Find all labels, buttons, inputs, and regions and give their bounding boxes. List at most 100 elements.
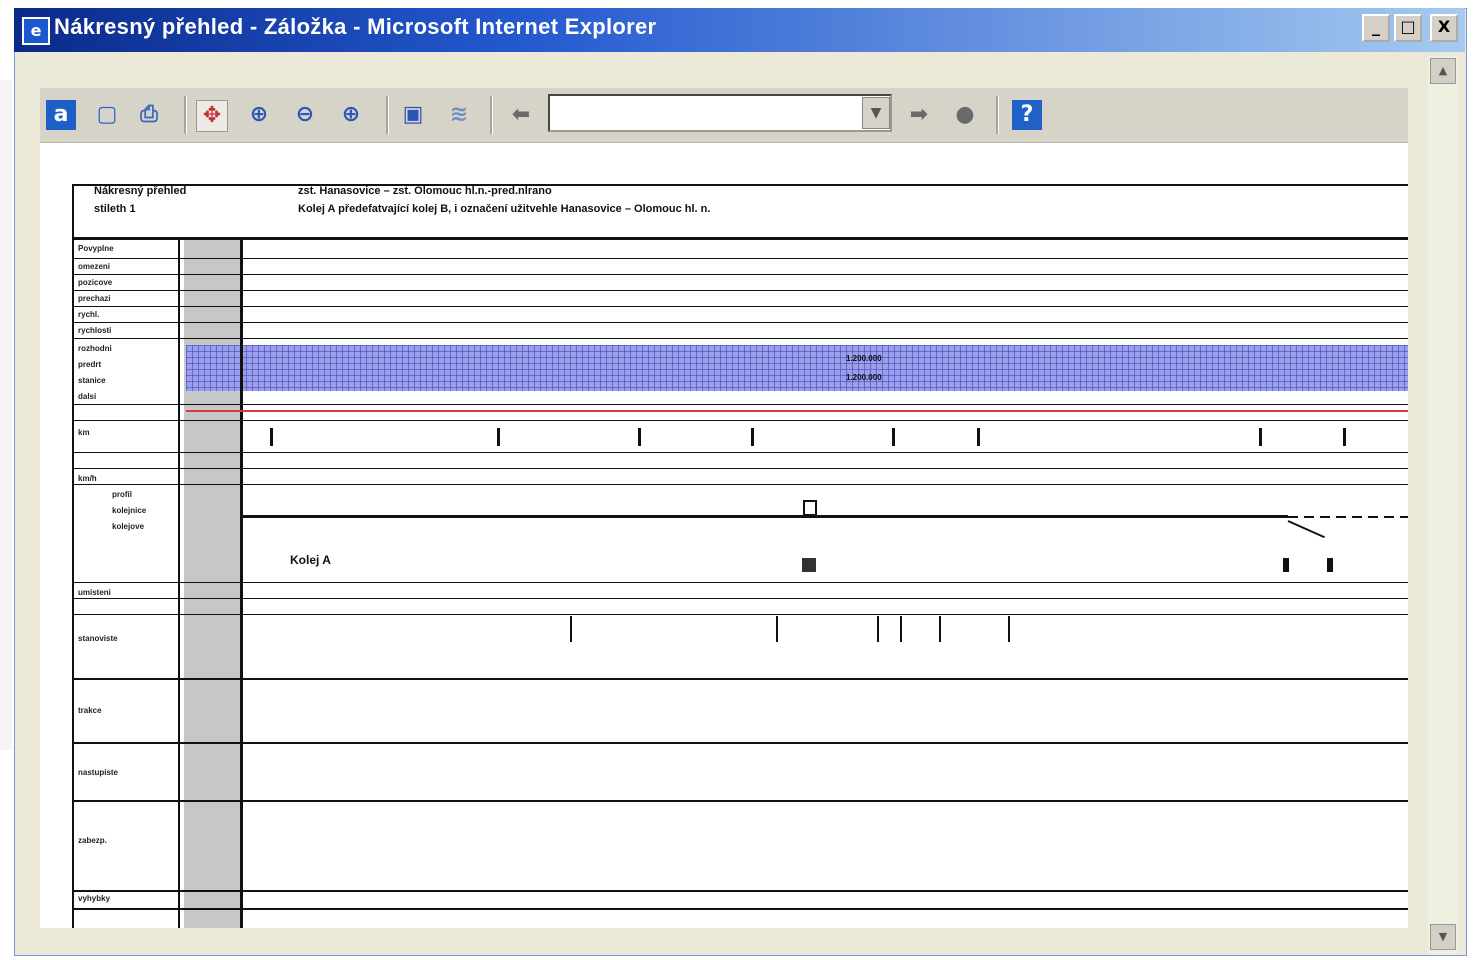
km-marker <box>1259 428 1262 446</box>
row-label: zabezp. <box>78 836 107 845</box>
row-label: predrt <box>78 360 102 369</box>
scroll-down-button[interactable]: ▼ <box>1430 924 1456 950</box>
text-a-icon[interactable]: a <box>46 100 76 130</box>
toolbar-separator <box>490 96 493 134</box>
help-icon[interactable]: ? <box>1012 100 1042 130</box>
header-right-line-2: Kolej A předefatvající kolej B, i označe… <box>298 203 711 215</box>
go-icon[interactable]: ➡ <box>904 100 934 130</box>
row-label: umisteni <box>78 588 111 597</box>
track-label: Kolej A <box>290 553 331 567</box>
row-label: rozhodni <box>78 344 112 353</box>
row-line <box>72 890 1408 892</box>
row-line <box>72 908 1408 910</box>
km-marker <box>977 428 980 446</box>
row-line <box>72 678 1408 680</box>
background-window-edge <box>0 80 12 750</box>
row-label: rychl. <box>78 310 100 319</box>
row-label: trakce <box>78 706 102 715</box>
zoom-fit-icon[interactable]: ⊕ <box>244 100 274 130</box>
row-line <box>72 468 1408 469</box>
header-left-line-2: stileth 1 <box>94 203 136 215</box>
row-label: rychlosti <box>78 326 112 335</box>
km-marker <box>892 428 895 446</box>
row-line <box>72 452 1408 453</box>
header-right-line-1: zst. Hanasovice – zst. Olomouc hl.n.-pre… <box>298 185 552 197</box>
zoom-in-icon[interactable]: ⊕ <box>336 100 366 130</box>
row-line <box>72 598 1408 599</box>
page-icon[interactable]: ▢ <box>92 100 122 130</box>
row-label: kolejove <box>112 522 145 531</box>
km-marker <box>638 428 641 446</box>
km-marker <box>1343 428 1346 446</box>
column-divider <box>240 238 243 928</box>
signal-block <box>1283 558 1289 572</box>
signal-block <box>802 558 816 572</box>
minimize-button[interactable]: _ <box>1362 14 1390 42</box>
frame-line <box>72 184 1408 186</box>
station-marker <box>1008 616 1010 642</box>
row-line <box>72 614 1408 615</box>
frame-line <box>72 184 74 928</box>
station-marker <box>776 616 778 642</box>
row-line <box>72 258 1408 259</box>
row-line <box>72 404 1408 405</box>
select-icon[interactable]: ✥ <box>196 100 228 132</box>
station-marker <box>900 616 902 642</box>
speed-profile-band <box>186 345 1408 391</box>
frame-line <box>72 237 1408 240</box>
row-label: Povyplne <box>78 244 114 253</box>
row-line <box>72 306 1408 307</box>
track-profile-dashed <box>1288 516 1408 518</box>
layers-icon[interactable]: ≋ <box>444 100 474 130</box>
header-left-line-1: Nákresný přehled <box>94 185 187 197</box>
scroll-up-button[interactable]: ▲ <box>1430 58 1456 84</box>
vertical-scrollbar[interactable] <box>1428 56 1458 954</box>
column-divider <box>178 238 180 928</box>
signal-block <box>1327 558 1333 572</box>
close-button[interactable]: X <box>1430 14 1458 42</box>
row-line <box>72 274 1408 275</box>
km-marker <box>751 428 754 446</box>
row-line <box>72 484 1408 485</box>
row-label: nastupiste <box>78 768 119 777</box>
row-label: stanoviste <box>78 634 118 643</box>
track-profile-line <box>242 515 1288 518</box>
row-label: km <box>78 428 90 437</box>
row-line <box>72 742 1408 744</box>
band-label: 1.200.000 <box>846 354 882 363</box>
signal-marker <box>803 500 817 516</box>
row-label: stanice <box>78 376 106 385</box>
window-title: Nákresný přehled - Záložka - Microsoft I… <box>54 14 657 39</box>
back-icon[interactable]: ⬅ <box>506 100 536 130</box>
ie-logo-icon: e <box>22 17 50 45</box>
row-label: km/h <box>78 474 97 483</box>
km-marker <box>270 428 273 446</box>
chevron-down-icon[interactable]: ▼ <box>862 97 890 129</box>
row-label: vyhybky <box>78 894 111 903</box>
stop-icon[interactable]: ● <box>950 100 980 130</box>
row-line <box>72 582 1408 583</box>
station-marker <box>570 616 572 642</box>
toolbar-separator <box>996 96 999 134</box>
save-icon[interactable]: ▣ <box>398 100 428 130</box>
row-label: kolejnice <box>112 506 147 515</box>
row-label: dalsi <box>78 392 97 401</box>
zoom-out-icon[interactable]: ⊖ <box>290 100 320 130</box>
kilometer-gray-column <box>184 238 241 928</box>
row-line <box>72 338 1408 339</box>
print-icon[interactable]: ⎙ <box>134 100 164 130</box>
maximize-button[interactable]: □ <box>1394 14 1422 42</box>
row-line <box>72 290 1408 291</box>
station-marker <box>877 616 879 642</box>
navigation-combo[interactable] <box>548 94 892 132</box>
red-limit-line <box>186 410 1408 412</box>
toolbar-separator <box>386 96 389 134</box>
row-label: prechazi <box>78 294 111 303</box>
band-label: 1.200.000 <box>846 373 882 382</box>
toolbar-separator <box>184 96 187 134</box>
row-label: omezeni <box>78 262 111 271</box>
row-label: pozicove <box>78 278 113 287</box>
km-marker <box>497 428 500 446</box>
drawing-document <box>40 143 1408 928</box>
row-line <box>72 800 1408 802</box>
